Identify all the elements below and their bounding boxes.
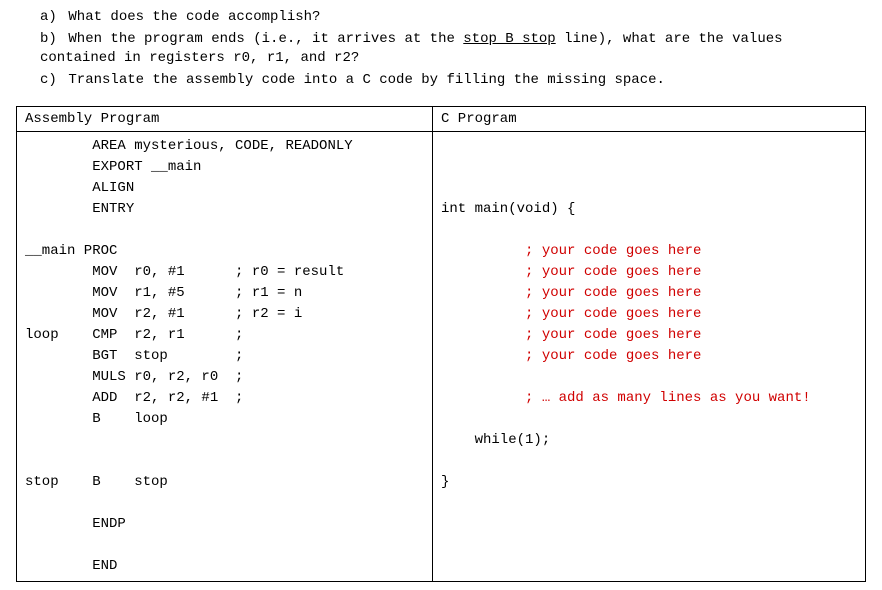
question-a: a) What does the code accomplish? <box>40 8 866 28</box>
q-a-label: a) <box>40 8 60 28</box>
question-b: b) When the program ends (i.e., it arriv… <box>40 30 866 69</box>
questions-block: a) What does the code accomplish? b) Whe… <box>16 8 866 90</box>
asm-header: Assembly Program <box>17 107 433 132</box>
c-closing-brace: } <box>441 474 449 490</box>
asm-cell: AREA mysterious, CODE, READONLY EXPORT _… <box>17 132 433 582</box>
c-code: int main(void) { ; your code goes here ;… <box>441 136 857 493</box>
asm-endp: ENDP <box>25 516 126 532</box>
c-cell: int main(void) { ; your code goes here ;… <box>433 132 866 582</box>
q-c-text: Translate the assembly code into a C cod… <box>68 72 665 88</box>
c-while: while(1); <box>441 432 550 448</box>
question-c: c) Translate the assembly code into a C … <box>40 71 866 91</box>
q-a-text: What does the code accomplish? <box>68 9 320 25</box>
c-header: C Program <box>433 107 866 132</box>
c-placeholder-1: ; your code goes here <box>441 243 701 259</box>
asm-instructions: MOV r0, #1 ; r0 = result MOV r1, #5 ; r1… <box>25 264 344 427</box>
q-b-underlined: stop B stop <box>463 31 555 47</box>
c-placeholder-5: ; your code goes here <box>441 327 701 343</box>
q-c-label: c) <box>40 71 60 91</box>
asm-code: AREA mysterious, CODE, READONLY EXPORT _… <box>25 136 424 577</box>
c-placeholder-6: ; your code goes here <box>441 348 701 364</box>
c-placeholder-3: ; your code goes here <box>441 285 701 301</box>
asm-stop: stop B stop <box>25 474 168 490</box>
q-b-text-before: When the program ends (i.e., it arrives … <box>68 31 463 47</box>
c-add-lines: ; … add as many lines as you want! <box>441 390 811 406</box>
code-table: Assembly Program C Program AREA mysterio… <box>16 106 866 582</box>
c-placeholder-4: ; your code goes here <box>441 306 701 322</box>
q-b-label: b) <box>40 30 60 50</box>
asm-prelude: AREA mysterious, CODE, READONLY EXPORT _… <box>25 138 353 217</box>
asm-proc-decl: __main PROC <box>25 243 117 259</box>
asm-end: END <box>25 558 117 574</box>
c-placeholder-2: ; your code goes here <box>441 264 701 280</box>
c-main-decl: int main(void) { <box>441 201 575 217</box>
